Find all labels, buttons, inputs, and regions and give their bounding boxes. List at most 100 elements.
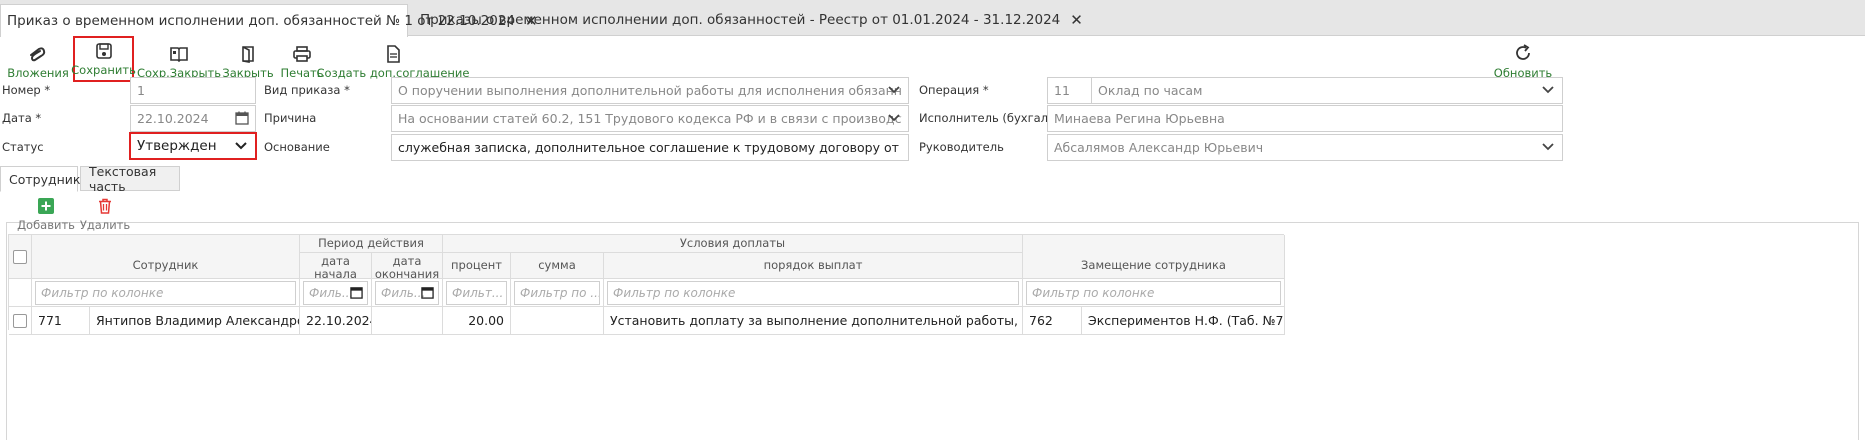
number-value: 1 bbox=[137, 83, 145, 98]
cell-employee-name[interactable]: Янтипов Владимир Александрович bbox=[90, 307, 300, 335]
status-select[interactable]: Утвержден bbox=[129, 132, 257, 160]
status-label: Статус bbox=[2, 140, 44, 154]
plus-icon bbox=[38, 198, 54, 214]
operation-name: Оклад по часам bbox=[1098, 83, 1203, 98]
filter-end-text: Филь... bbox=[381, 286, 426, 300]
calendar-icon[interactable] bbox=[350, 286, 363, 299]
row-checkbox[interactable] bbox=[13, 313, 27, 328]
close-icon[interactable]: ✕ bbox=[1070, 11, 1083, 29]
delete-label: Удалить bbox=[79, 218, 131, 232]
row-select-cell bbox=[9, 307, 32, 335]
save-label: Сохранить bbox=[71, 63, 136, 77]
basis-value: служебная записка, дополнительное соглаш… bbox=[398, 140, 902, 155]
date-field[interactable]: 22.10.2024 bbox=[130, 105, 256, 132]
reason-label: Причина bbox=[264, 111, 317, 125]
employees-grid: Сотрудник Период действия дата начала да… bbox=[8, 234, 1285, 335]
filter-cell: Филь... bbox=[372, 279, 443, 307]
order-type-select[interactable]: О поручении выполнения дополнительной ра… bbox=[391, 77, 909, 104]
tab-text-part[interactable]: Текстовая часть bbox=[80, 163, 180, 194]
header-payment-order[interactable]: порядок выплат bbox=[604, 253, 1023, 279]
cell-replacement-code[interactable]: 762 bbox=[1023, 307, 1082, 335]
filter-cell: Фильтр по колонке bbox=[604, 279, 1023, 307]
cell-employee-code[interactable]: 771 bbox=[32, 307, 90, 335]
calendar-icon[interactable] bbox=[235, 111, 249, 125]
paperclip-icon bbox=[30, 47, 46, 62]
select-all-checkbox[interactable] bbox=[13, 249, 27, 264]
chevron-down-icon bbox=[235, 142, 247, 150]
reason-select[interactable]: На основании статей 60.2, 151 Трудового … bbox=[391, 105, 909, 132]
tab-text-part-label: Текстовая часть bbox=[89, 163, 157, 194]
tab-employees[interactable]: Сотрудники bbox=[0, 166, 89, 192]
tab-order-document[interactable]: Приказ о временном исполнении доп. обяза… bbox=[0, 4, 538, 37]
cell-percent[interactable]: 20.00 bbox=[443, 307, 511, 335]
create-addendum-button[interactable]: Создать доп.соглашение bbox=[317, 40, 469, 80]
header-end-date[interactable]: дата окончания bbox=[372, 253, 443, 279]
basis-label: Основание bbox=[264, 140, 330, 154]
manager-label: Руководитель bbox=[919, 140, 1004, 154]
filter-end-date[interactable]: Филь... bbox=[375, 281, 439, 305]
attachments-button[interactable]: Вложения bbox=[7, 40, 69, 80]
floppy-disk-icon bbox=[95, 43, 112, 59]
executor-value: Минаева Регина Юрьевна bbox=[1054, 111, 1225, 126]
manager-select[interactable]: Абсалямов Александр Юрьевич bbox=[1047, 134, 1563, 161]
filter-replacement[interactable]: Фильтр по колонке bbox=[1026, 281, 1281, 305]
filter-spacer bbox=[9, 279, 32, 307]
filter-percent[interactable]: Фильт... bbox=[446, 281, 507, 305]
refresh-button[interactable]: Обновить bbox=[1494, 40, 1552, 80]
trash-icon bbox=[99, 198, 111, 214]
number-label: Номер * bbox=[2, 83, 51, 97]
header-start-date[interactable]: дата начала bbox=[300, 253, 372, 279]
tab-label: Приказы о временном исполнении доп. обяз… bbox=[420, 11, 1061, 28]
filter-employee[interactable]: Фильтр по колонке bbox=[35, 281, 296, 305]
tab-order-registry[interactable]: Приказы о временном исполнении доп. обяз… bbox=[414, 4, 1083, 35]
date-label: Дата * bbox=[2, 111, 42, 125]
cell-replacement-name[interactable]: Экспериментов Н.Ф. (Таб. №762) bbox=[1082, 307, 1285, 335]
tab-employees-label: Сотрудники bbox=[9, 171, 89, 187]
print-button[interactable]: Печать bbox=[280, 40, 324, 80]
chevron-down-icon bbox=[1542, 143, 1554, 151]
delete-button[interactable]: Удалить bbox=[79, 198, 131, 232]
operation-label: Операция * bbox=[919, 83, 989, 97]
filter-cell: Фильтр по колонке bbox=[32, 279, 300, 307]
book-icon bbox=[170, 47, 188, 63]
header-conditions: Условия доплаты bbox=[443, 235, 1023, 253]
header-replacement[interactable]: Замещение сотрудника bbox=[1023, 235, 1285, 279]
save-button[interactable]: Сохранить bbox=[71, 36, 136, 82]
header-employee[interactable]: Сотрудник bbox=[32, 235, 300, 279]
close-button[interactable]: Закрыть bbox=[222, 40, 274, 80]
filter-cell: Фильтр по ... bbox=[511, 279, 604, 307]
filter-cell: Фильт... bbox=[443, 279, 511, 307]
printer-icon bbox=[293, 46, 311, 62]
chevron-down-icon bbox=[1542, 86, 1554, 94]
filter-cell: Филь... bbox=[300, 279, 372, 307]
number-field[interactable]: 1 bbox=[130, 77, 256, 104]
filter-sum[interactable]: Фильтр по ... bbox=[514, 281, 600, 305]
save-close-button[interactable]: Сохр.Закрыть bbox=[137, 40, 221, 80]
select-all-cell bbox=[9, 235, 32, 279]
order-type-value: О поручении выполнения дополнительной ра… bbox=[398, 83, 902, 98]
order-type-label: Вид приказа * bbox=[264, 83, 350, 97]
filter-payment-order[interactable]: Фильтр по колонке bbox=[607, 281, 1019, 305]
filter-start-date[interactable]: Филь... bbox=[303, 281, 368, 305]
add-button[interactable]: Добавить bbox=[17, 198, 75, 232]
cell-start-date[interactable]: 22.10.2024 bbox=[300, 307, 372, 335]
executor-field[interactable]: Минаева Регина Юрьевна bbox=[1047, 105, 1563, 132]
cell-sum[interactable] bbox=[511, 307, 604, 335]
document-icon bbox=[387, 45, 400, 63]
add-label: Добавить bbox=[17, 218, 75, 232]
cell-end-date[interactable] bbox=[372, 307, 443, 335]
attachments-label: Вложения bbox=[7, 66, 69, 80]
tab-bar: Приказ о временном исполнении доп. обяза… bbox=[0, 0, 1865, 37]
cell-payment-order[interactable]: Установить доплату за выполнение дополни… bbox=[604, 307, 1023, 335]
calendar-icon[interactable] bbox=[421, 286, 434, 299]
operation-code: 11 bbox=[1048, 78, 1092, 103]
basis-input[interactable]: служебная записка, дополнительное соглаш… bbox=[391, 134, 909, 161]
header-sum[interactable]: сумма bbox=[511, 253, 604, 279]
refresh-icon bbox=[1516, 44, 1530, 60]
filter-start-text: Филь... bbox=[309, 286, 354, 300]
operation-select[interactable]: 11 Оклад по часам bbox=[1047, 77, 1563, 104]
exit-door-icon bbox=[242, 46, 254, 63]
reason-value: На основании статей 60.2, 151 Трудового … bbox=[398, 111, 902, 126]
header-percent[interactable]: процент bbox=[443, 253, 511, 279]
filter-cell: Фильтр по колонке bbox=[1023, 279, 1285, 307]
